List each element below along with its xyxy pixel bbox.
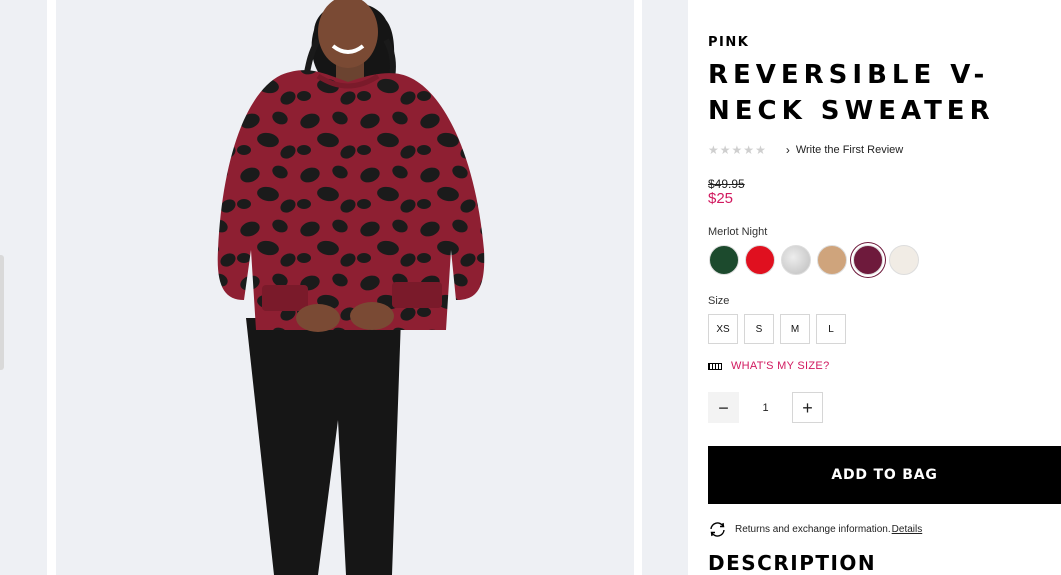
returns-details-link[interactable]: Details xyxy=(892,524,923,535)
returns-info: Returns and exchange information. Detail… xyxy=(708,521,922,538)
description-heading[interactable]: DESCRIPTION xyxy=(708,551,876,575)
star-icon: ★ xyxy=(731,143,743,157)
swatch-heather-grey[interactable] xyxy=(781,245,811,275)
write-review-link[interactable]: › Write the First Review xyxy=(786,143,903,157)
product-details-panel: PINK REVERSIBLE V-NECK SWEATER ★ ★ ★ ★ ★… xyxy=(708,0,1061,575)
size-m-button[interactable]: M xyxy=(780,314,810,344)
size-l-button[interactable]: L xyxy=(816,314,846,344)
next-image-thumbnail[interactable] xyxy=(642,0,688,575)
swatch-tan[interactable] xyxy=(817,245,847,275)
returns-text: Returns and exchange information. xyxy=(735,524,891,535)
size-label: Size xyxy=(708,295,730,307)
original-price: $49.95 xyxy=(708,177,745,191)
star-icon: ★ xyxy=(755,143,766,157)
add-to-bag-button[interactable]: ADD TO BAG xyxy=(708,446,1061,504)
star-icon: ★ xyxy=(719,143,731,157)
quantity-stepper: − 1 + xyxy=(708,392,823,423)
decrease-quantity-button[interactable]: − xyxy=(708,392,739,423)
size-xs-button[interactable]: XS xyxy=(708,314,738,344)
increase-quantity-button[interactable]: + xyxy=(792,392,823,423)
model-wearing-sweater-image xyxy=(217,0,485,575)
product-title: REVERSIBLE V-NECK SWEATER xyxy=(708,60,995,126)
swatch-ivory[interactable] xyxy=(889,245,919,275)
write-review-label: Write the First Review xyxy=(795,144,904,156)
quantity-value[interactable]: 1 xyxy=(739,402,792,414)
swatch-merlot[interactable] xyxy=(853,245,883,275)
star-rating: ★ ★ ★ ★ ★ xyxy=(708,144,766,156)
swatch-green[interactable] xyxy=(709,245,739,275)
product-image[interactable] xyxy=(56,0,634,575)
size-guide: WHAT'S MY SIZE? xyxy=(708,360,829,372)
rating-row: ★ ★ ★ ★ ★ › Write the First Review xyxy=(708,143,903,157)
exchange-icon xyxy=(710,522,725,537)
swatch-red[interactable] xyxy=(745,245,775,275)
size-options: XS S M L xyxy=(708,314,846,344)
brand-name[interactable]: PINK xyxy=(708,35,749,50)
chevron-right-icon: › xyxy=(785,143,790,157)
star-icon: ★ xyxy=(708,143,719,157)
star-icon: ★ xyxy=(743,143,755,157)
color-swatches xyxy=(709,245,919,275)
previous-image-edge xyxy=(0,255,4,370)
whats-my-size-link[interactable]: WHAT'S MY SIZE? xyxy=(731,360,829,372)
selected-color-name: Merlot Night xyxy=(708,226,768,238)
sale-price: $25 xyxy=(708,190,734,207)
size-s-button[interactable]: S xyxy=(744,314,774,344)
ruler-icon xyxy=(708,362,722,370)
previous-image-thumbnail[interactable] xyxy=(0,0,47,575)
